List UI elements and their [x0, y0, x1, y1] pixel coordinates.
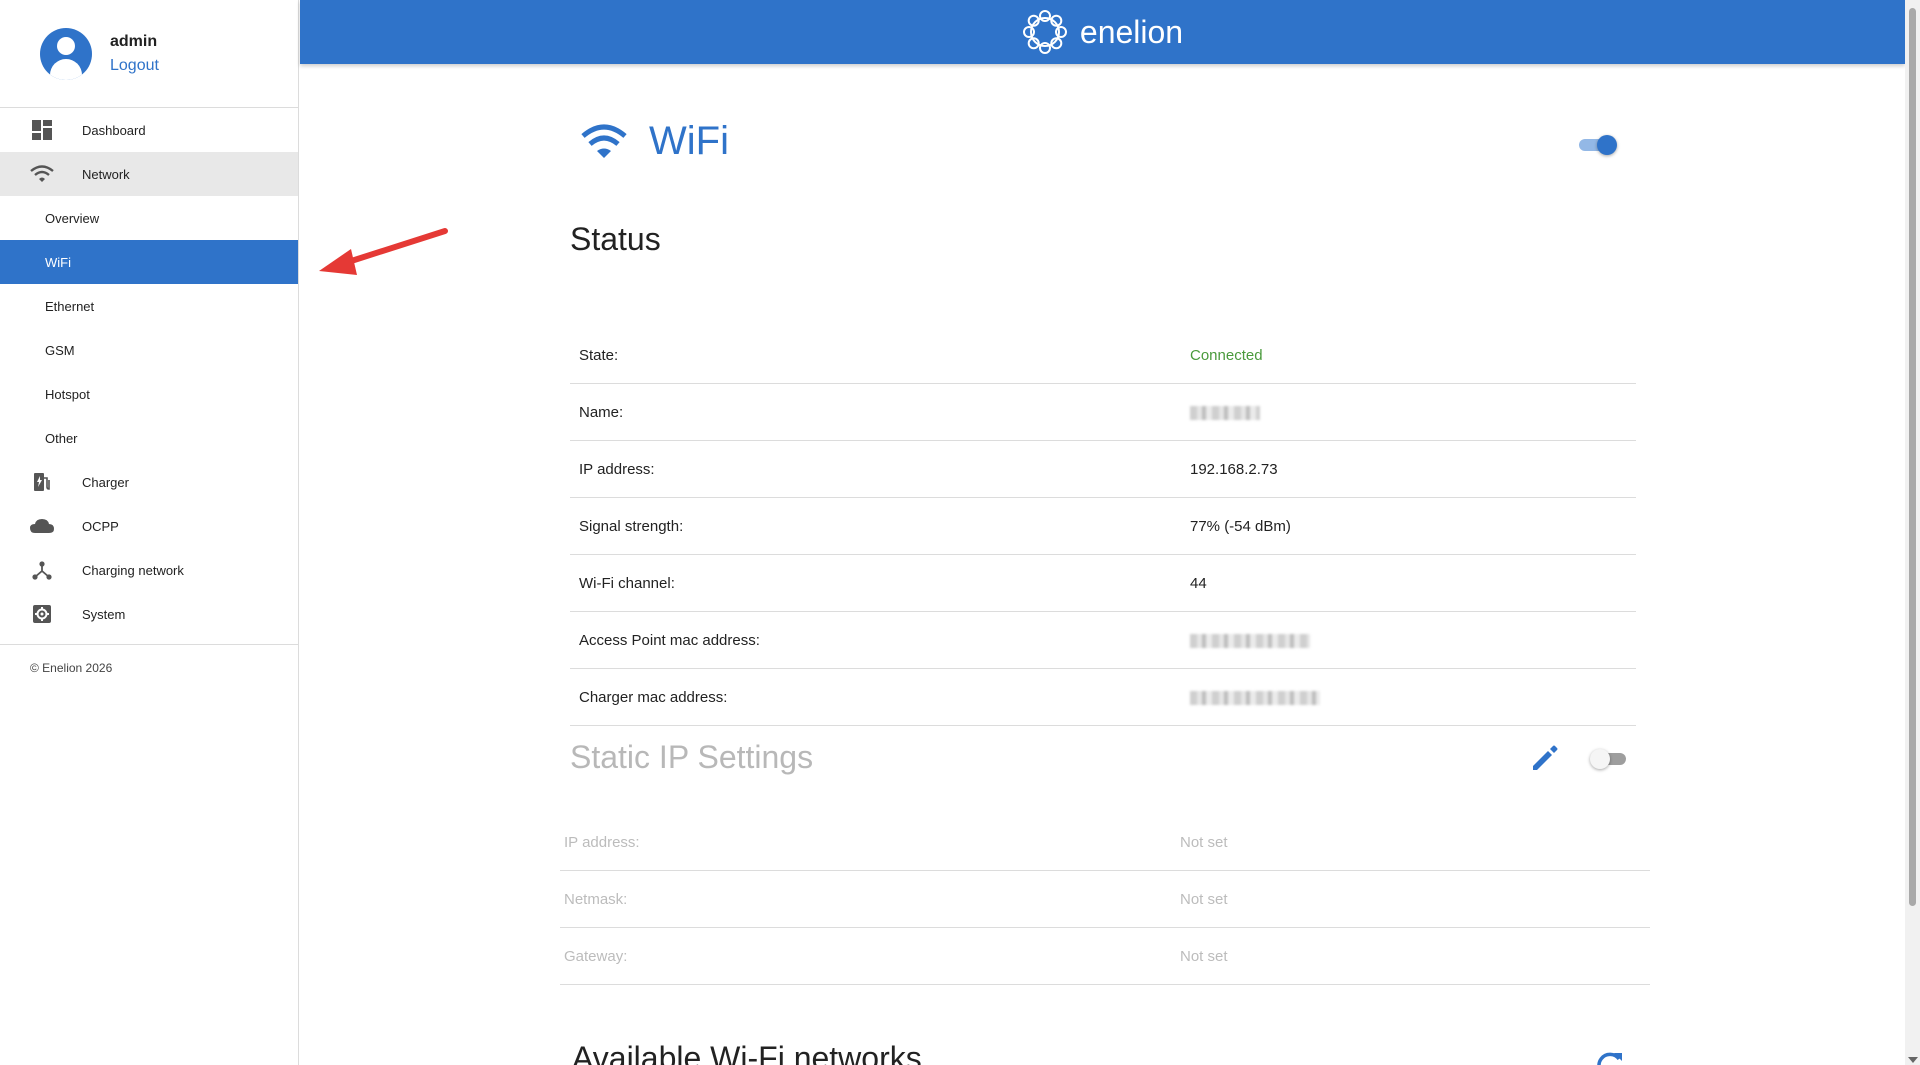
sidebar-item-label: Network [82, 166, 130, 182]
channel-value: 44 [1190, 574, 1207, 592]
sidebar-item-label: Dashboard [82, 122, 146, 138]
sidebar-item-dashboard[interactable]: Dashboard [0, 108, 298, 152]
sidebar-item-ocpp[interactable]: OCPP [0, 504, 298, 548]
row-label: IP address: [564, 833, 640, 851]
table-row: Wi-Fi channel: 44 [570, 555, 1636, 612]
table-row: Signal strength: 77% (-54 dBm) [570, 498, 1636, 555]
user-name: admin [110, 32, 158, 50]
available-networks-heading: Available Wi-Fi networks [572, 1040, 922, 1065]
row-label: Gateway: [564, 947, 628, 965]
sidebar-item-label: Charger [82, 474, 129, 490]
wifi-icon [30, 162, 54, 186]
sidebar-item-label: Charging network [82, 562, 184, 578]
table-row: Netmask: Not set [560, 871, 1650, 928]
state-value: Connected [1190, 346, 1263, 364]
sidebar-item-charger[interactable]: Charger [0, 460, 298, 504]
refresh-icon[interactable] [1595, 1050, 1625, 1065]
wifi-icon [581, 124, 627, 158]
charger-mac-value [1190, 689, 1636, 706]
annotation-arrow-icon [319, 228, 448, 275]
table-row: Name: [570, 384, 1636, 441]
scrollbar-thumb[interactable] [1909, 8, 1916, 906]
ip-value: 192.168.2.73 [1190, 460, 1278, 478]
netmask-value: Not set [1180, 890, 1228, 908]
sidebar-item-label: System [82, 606, 126, 622]
sidebar-item-label: OCPP [82, 518, 119, 534]
signal-value: 77% (-54 dBm) [1190, 517, 1291, 535]
logout-link[interactable]: Logout [110, 57, 159, 75]
static-ip-heading: Static IP Settings [570, 739, 814, 775]
avatar [40, 27, 92, 80]
wifi-enable-toggle[interactable] [1577, 135, 1617, 155]
row-label: IP address: [579, 460, 655, 478]
sidebar-item-system[interactable]: System [0, 592, 298, 636]
top-header: enelion [300, 0, 1905, 64]
table-row: Charger mac address: [570, 669, 1636, 726]
sidebar-nav: Dashboard Network Overview WiFi Ethernet… [0, 108, 298, 636]
sidebar: admin Logout Dashboard Network Overview … [0, 0, 299, 1065]
table-row: State: Connected [570, 327, 1636, 384]
main-content: WiFi Status State: Connected Name: IP ad… [300, 64, 1905, 1065]
status-table: State: Connected Name: IP address: 192.1… [570, 327, 1636, 726]
row-label: Name: [579, 403, 624, 421]
row-label: Wi-Fi channel: [579, 574, 675, 592]
sidebar-item-network[interactable]: Network [0, 152, 298, 196]
settings-icon [30, 602, 54, 626]
row-label: State: [579, 346, 619, 364]
cloud-icon [30, 514, 54, 538]
table-row: IP address: Not set [560, 814, 1650, 871]
row-label: Netmask: [564, 890, 628, 908]
sidebar-subitem-overview[interactable]: Overview [0, 196, 298, 240]
charger-icon [30, 470, 54, 494]
row-label: Signal strength: [579, 517, 684, 535]
user-panel: admin Logout [0, 0, 298, 108]
ap-mac-value [1190, 632, 1636, 649]
sidebar-item-charging-network[interactable]: Charging network [0, 548, 298, 592]
static-ip-value: Not set [1180, 833, 1228, 851]
network-icon [30, 558, 54, 582]
gateway-value: Not set [1180, 947, 1228, 965]
brand: enelion [1022, 9, 1183, 55]
page-header: WiFi [581, 119, 729, 164]
table-row: Gateway: Not set [560, 928, 1650, 985]
brand-name: enelion [1079, 13, 1184, 50]
copyright: © Enelion 2026 [0, 644, 298, 675]
edit-icon[interactable] [1530, 743, 1560, 773]
static-ip-toggle[interactable] [1590, 749, 1630, 769]
vertical-scrollbar[interactable] [1905, 0, 1920, 1065]
scroll-down-icon[interactable] [1908, 1057, 1918, 1063]
table-row: Access Point mac address: [570, 612, 1636, 669]
sidebar-subitem-wifi[interactable]: WiFi [0, 240, 298, 284]
table-row: IP address: 192.168.2.73 [570, 441, 1636, 498]
status-heading: Status [570, 221, 661, 257]
row-label: Charger mac address: [579, 688, 728, 706]
sidebar-subitem-hotspot[interactable]: Hotspot [0, 372, 298, 416]
sidebar-subitem-gsm[interactable]: GSM [0, 328, 298, 372]
sidebar-subitem-ethernet[interactable]: Ethernet [0, 284, 298, 328]
page-title: WiFi [649, 119, 729, 163]
dashboard-icon [30, 118, 54, 142]
row-label: Access Point mac address: [579, 631, 760, 649]
sidebar-subitem-other[interactable]: Other [0, 416, 298, 460]
name-value [1190, 404, 1636, 421]
static-ip-table: IP address: Not set Netmask: Not set Gat… [560, 814, 1650, 985]
enelion-logo-icon [1022, 10, 1067, 54]
